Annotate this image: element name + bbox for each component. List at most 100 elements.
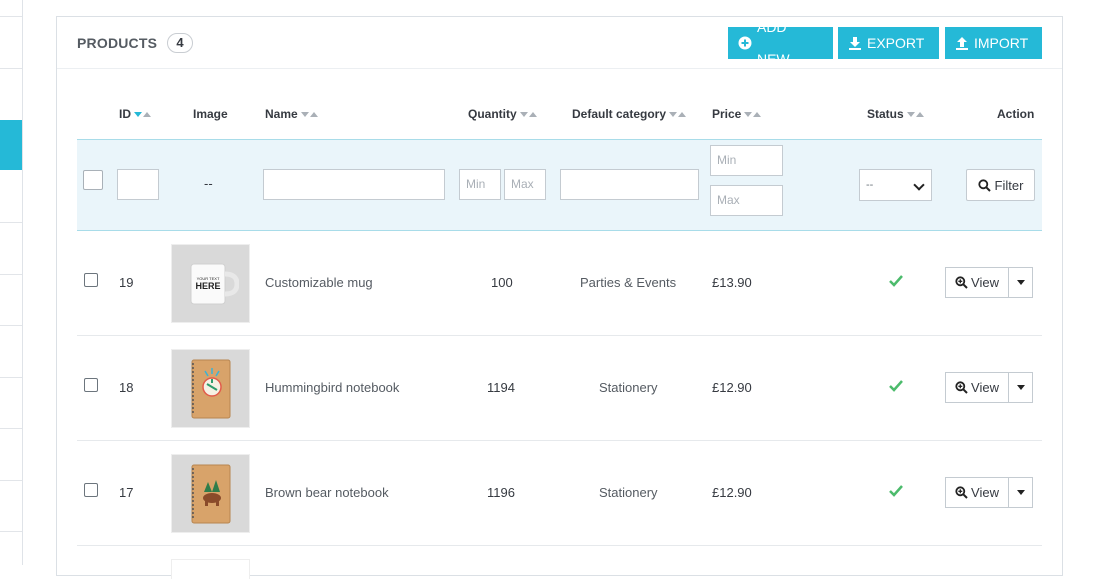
row-checkbox[interactable] <box>84 483 98 497</box>
column-id-label: ID <box>119 107 131 121</box>
price-min-input[interactable]: Min <box>710 145 783 176</box>
product-name[interactable]: Customizable mug <box>265 275 373 290</box>
column-quantity[interactable]: Quantity <box>468 107 537 121</box>
mug-image[interactable]: YOUR TEXT HERE <box>171 244 250 323</box>
category-filter-input[interactable] <box>560 169 699 200</box>
sidebar-edge <box>0 0 23 565</box>
sidebar-divider <box>0 16 22 17</box>
sidebar-item-active[interactable] <box>0 120 22 170</box>
product-name[interactable]: Hummingbird notebook <box>265 380 399 395</box>
view-button[interactable]: View <box>945 477 1008 508</box>
caret-down-icon <box>1016 385 1025 390</box>
view-button-label: View <box>971 275 999 290</box>
panel-title: PRODUCTS <box>77 35 158 51</box>
sort-icon[interactable] <box>744 111 762 117</box>
column-action: Action <box>997 107 1034 121</box>
search-icon <box>977 178 991 192</box>
product-name[interactable]: Brown bear notebook <box>265 485 389 500</box>
row-dropdown-toggle[interactable] <box>1008 477 1033 508</box>
products-table: ID Image Name Quantity Default category … <box>77 93 1042 579</box>
zoom-in-icon <box>955 486 968 499</box>
sidebar-divider <box>0 377 22 378</box>
product-price: £12.90 <box>712 380 752 395</box>
column-action-label: Action <box>997 107 1035 121</box>
id-filter-input[interactable] <box>117 169 159 200</box>
row-actions: View <box>945 372 1033 403</box>
sort-icon[interactable] <box>300 111 318 117</box>
sort-icon[interactable] <box>134 111 151 117</box>
row-checkbox[interactable] <box>84 378 98 392</box>
quantity-min-input[interactable]: Min <box>459 169 501 200</box>
zoom-in-icon <box>955 276 968 289</box>
image-filter-placeholder: -- <box>204 176 213 191</box>
product-image[interactable] <box>171 559 250 579</box>
product-category: Stationery <box>599 380 658 395</box>
product-id: 18 <box>119 380 134 395</box>
row-checkbox[interactable] <box>84 273 98 287</box>
notebook-bear-image[interactable] <box>171 454 250 533</box>
product-price: £13.90 <box>712 275 752 290</box>
view-button-label: View <box>971 485 999 500</box>
svg-text:HERE: HERE <box>195 281 220 291</box>
name-filter-input[interactable] <box>263 169 445 200</box>
view-button[interactable]: View <box>945 267 1008 298</box>
import-label: IMPORT <box>974 35 1029 51</box>
sort-icon[interactable] <box>906 111 924 117</box>
filter-button[interactable]: Filter <box>966 169 1035 201</box>
column-name-label: Name <box>265 107 298 121</box>
table-row: 17 Brown bear notebook 1196 Stationery £… <box>77 441 1042 546</box>
product-id: 17 <box>119 485 134 500</box>
product-quantity: 1196 <box>487 485 515 500</box>
table-row: 19 YOUR TEXT HERE Customizable mug 100 P… <box>77 231 1042 336</box>
table-row: 18 Hummingbird notebook 1194 Stationery … <box>77 336 1042 441</box>
status-filter-select[interactable]: -- <box>859 169 932 201</box>
column-id[interactable]: ID <box>119 107 151 121</box>
products-panel: PRODUCTS 4 ADD NEW EXPORT IMPORT ID Imag… <box>56 16 1063 579</box>
row-dropdown-toggle[interactable] <box>1008 267 1033 298</box>
download-icon <box>849 37 861 50</box>
sidebar-divider <box>0 428 22 429</box>
check-icon[interactable] <box>889 380 903 392</box>
zoom-in-icon <box>955 381 968 394</box>
import-button[interactable]: IMPORT <box>945 27 1042 59</box>
column-price[interactable]: Price <box>712 107 762 121</box>
table-header: ID Image Name Quantity Default category … <box>77 93 1042 140</box>
chevron-down-icon <box>913 179 925 191</box>
notebook-icon <box>191 359 230 418</box>
quantity-max-input[interactable]: Max <box>504 169 546 200</box>
view-button[interactable]: View <box>945 372 1008 403</box>
row-actions: View <box>945 477 1033 508</box>
notebook-icon <box>191 464 230 523</box>
add-new-label: ADD NEW <box>756 19 790 67</box>
product-count-badge: 4 <box>167 33 193 53</box>
notebook-hummingbird-image[interactable] <box>171 349 250 428</box>
sort-icon[interactable] <box>519 111 537 117</box>
product-price: £12.90 <box>712 485 752 500</box>
mug-icon: YOUR TEXT HERE <box>190 263 239 304</box>
export-label: EXPORT <box>867 35 925 51</box>
status-filter-value: -- <box>866 179 874 191</box>
column-status[interactable]: Status <box>867 107 924 121</box>
check-icon[interactable] <box>889 275 903 287</box>
row-dropdown-toggle[interactable] <box>1008 372 1033 403</box>
product-category: Parties & Events <box>580 275 677 290</box>
column-name[interactable]: Name <box>265 107 318 121</box>
product-id: 19 <box>119 275 134 290</box>
view-button-label: View <box>971 380 999 395</box>
column-default-category[interactable]: Default category <box>572 107 687 121</box>
table-row <box>77 546 1042 579</box>
row-actions: View <box>945 267 1033 298</box>
export-button[interactable]: EXPORT <box>838 27 939 59</box>
column-image-label: Image <box>193 107 228 121</box>
upload-icon <box>956 37 968 50</box>
sidebar-divider <box>0 68 22 69</box>
price-max-input[interactable]: Max <box>710 185 783 216</box>
check-icon[interactable] <box>889 485 903 497</box>
sort-icon[interactable] <box>669 111 687 117</box>
select-all-checkbox[interactable] <box>83 170 103 190</box>
filter-button-label: Filter <box>994 177 1024 193</box>
caret-down-icon <box>1016 490 1025 495</box>
caret-down-icon <box>1016 280 1025 285</box>
add-new-button[interactable]: ADD NEW <box>728 19 833 67</box>
column-status-label: Status <box>867 107 904 121</box>
